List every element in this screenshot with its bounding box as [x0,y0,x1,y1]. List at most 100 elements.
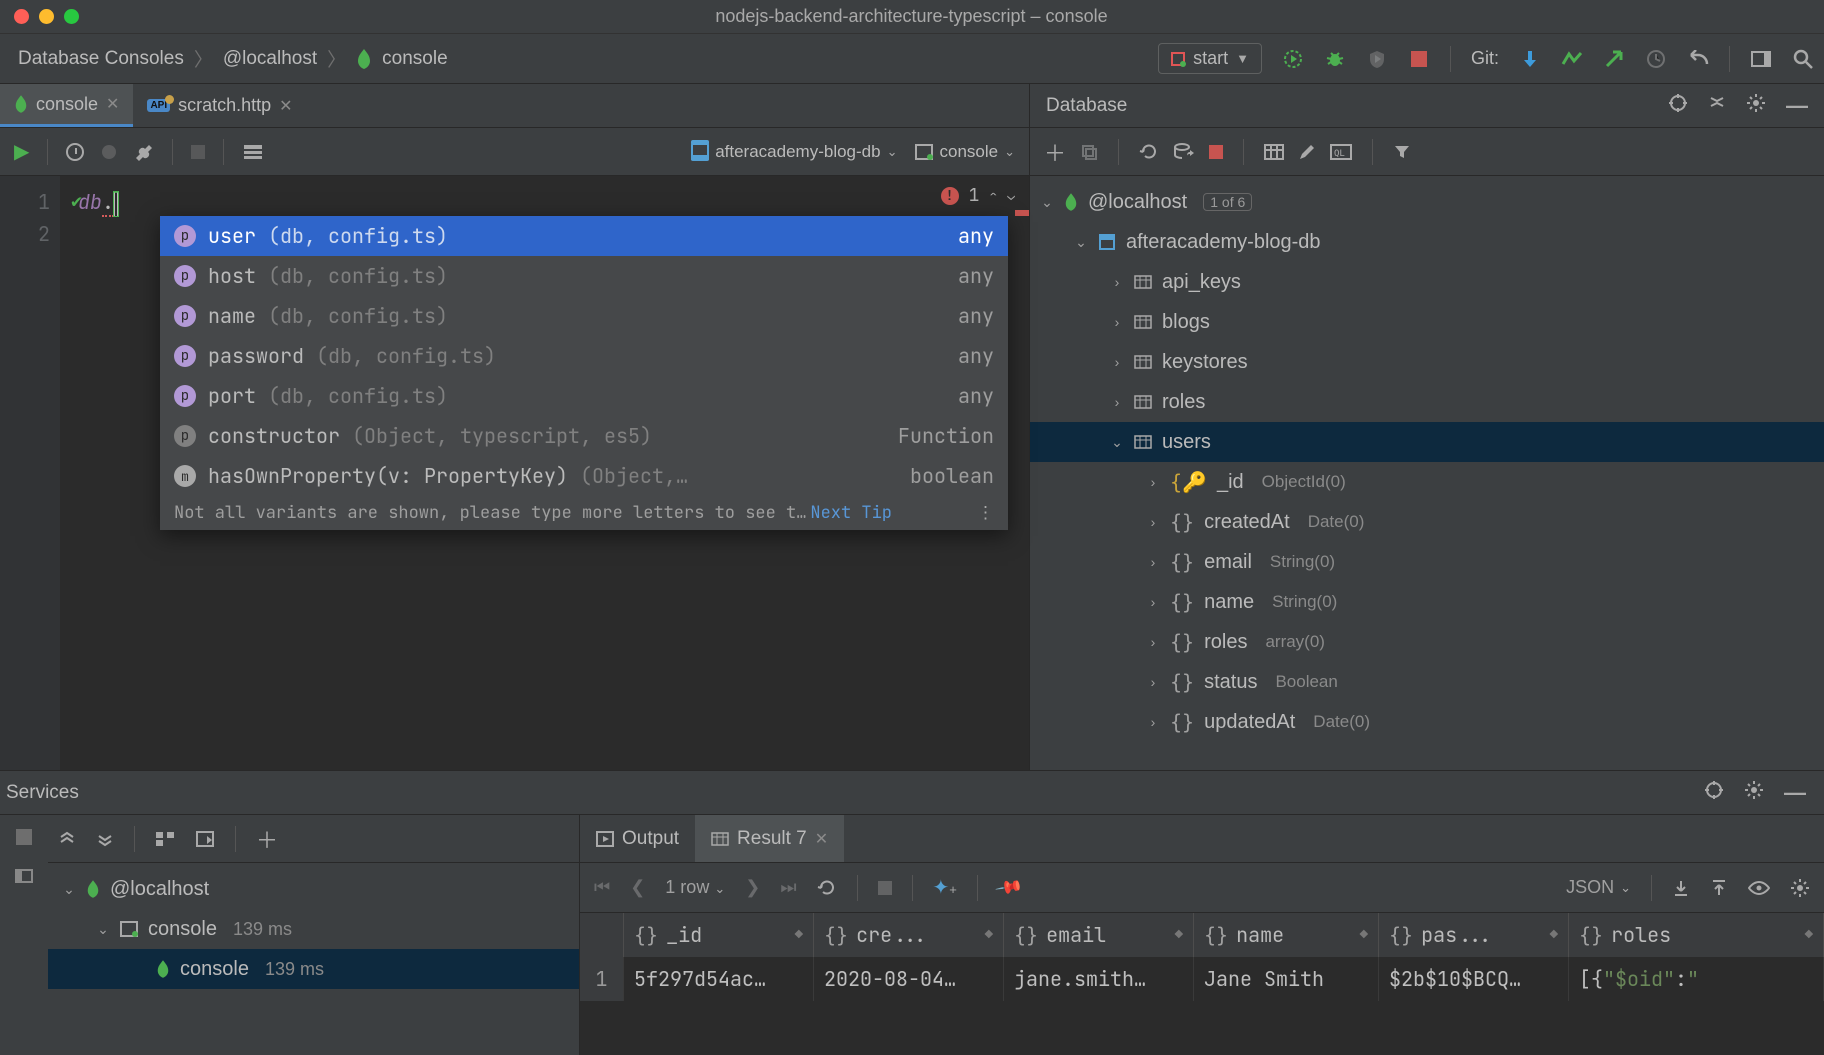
next-tip-link[interactable]: Next Tip [810,502,892,524]
close-tab-icon[interactable]: ✕ [815,829,828,849]
tree-column[interactable]: ›{} name String(0) [1030,582,1824,622]
tree-column[interactable]: ›{} roles array(0) [1030,622,1824,662]
tree-column[interactable]: ›{} updatedAt Date(0) [1030,702,1824,742]
stop-query-button[interactable] [191,145,205,159]
expand-all-button[interactable] [58,830,76,848]
editor-tab-console[interactable]: console ✕ [0,84,133,127]
autocomplete-item[interactable]: m hasOwnProperty(v: PropertyKey) (Object… [160,456,1008,496]
execute-button[interactable]: ▶ [14,139,29,164]
duplicate-button[interactable] [1080,143,1098,161]
autocomplete-item[interactable]: p constructor (Object, typescript, es5) … [160,416,1008,456]
cell[interactable]: jane.smith… [1004,957,1194,1001]
gear-icon[interactable] [1744,780,1764,806]
edit-button[interactable] [1298,143,1316,161]
tree-datasource[interactable]: ⌄ @localhost 1 of 6 [1030,182,1824,222]
tree-column[interactable]: ›{} email String(0) [1030,542,1824,582]
code-area[interactable]: db. ! 1 ⌃ ⌄ p user (db, config.ts) any [60,176,1029,770]
close-window-button[interactable] [14,9,29,24]
cell[interactable]: 5f297d54ac… [624,957,814,1001]
tab-result[interactable]: Result 7 ✕ [695,815,844,862]
target-icon[interactable] [1704,780,1724,806]
cell[interactable]: [{[{"$oid": ""$oid": " [1569,957,1824,1001]
add-service-button[interactable]: ＋ [256,823,278,855]
autocomplete-item[interactable]: p user (db, config.ts) any [160,216,1008,256]
tree-table[interactable]: › keystores [1030,342,1824,382]
grid-row[interactable]: 1 5f297d54ac… 2020-08-04… jane.smith… Ja… [580,957,1824,1001]
filter-button[interactable] [1393,143,1411,161]
page-rows-selector[interactable]: 1 row ⌄ [665,877,725,898]
transaction-button[interactable] [102,145,116,159]
refresh-button[interactable] [1139,142,1159,162]
close-tab-icon[interactable]: ✕ [279,96,292,116]
git-push-button[interactable] [1603,48,1625,70]
run-with-coverage-button[interactable] [1366,48,1388,70]
sync-button[interactable] [1173,142,1195,162]
last-page-button[interactable]: ⏭ [780,877,796,898]
autocomplete-item[interactable]: p host (db, config.ts) any [160,256,1008,296]
ide-settings-button[interactable] [1750,48,1772,70]
session-selector[interactable]: console ⌄ [915,142,1015,162]
prev-page-button[interactable]: ❮ [630,877,645,898]
view-button[interactable] [1748,881,1770,895]
stop-button[interactable] [1408,48,1430,70]
history-button[interactable] [66,143,84,161]
git-update-button[interactable] [1519,48,1541,70]
tree-table[interactable]: › api_keys [1030,262,1824,302]
tree-datasource[interactable]: ⌄ @localhost [48,869,579,909]
column-header[interactable]: {}cre...◆ [814,913,1004,957]
next-page-button[interactable]: ❯ [745,877,760,898]
more-options-icon[interactable]: ⋮ [977,502,994,524]
error-stripe[interactable] [1015,210,1029,216]
export-button[interactable] [1672,879,1690,897]
column-header[interactable]: {}email◆ [1004,913,1194,957]
run-configuration-selector[interactable]: start ▼ [1158,43,1262,74]
minimize-icon[interactable]: — [1786,93,1808,119]
cell[interactable]: $2b$10$BCQ… [1379,957,1569,1001]
disconnect-button[interactable] [1209,145,1223,159]
close-tab-icon[interactable]: ✕ [106,94,119,114]
gear-icon[interactable] [1790,878,1810,898]
run-button[interactable] [1282,48,1304,70]
git-rollback-button[interactable] [1687,48,1709,70]
ddl-button[interactable]: QL [1330,144,1352,160]
breadcrumb-item[interactable]: Database Consoles [18,48,184,70]
search-everywhere-button[interactable] [1792,48,1814,70]
editor-tab-scratch[interactable]: API scratch.http ✕ [133,84,306,127]
tree-column[interactable]: ›{} status Boolean [1030,662,1824,702]
explain-plan-button[interactable] [242,143,264,161]
cell[interactable]: Jane Smith [1194,957,1379,1001]
cell[interactable]: 2020-08-04… [814,957,1004,1001]
stop-service-button[interactable] [16,829,32,845]
tree-column[interactable]: ›{} createdAt Date(0) [1030,502,1824,542]
column-header[interactable]: {}name◆ [1194,913,1379,957]
git-history-button[interactable] [1645,48,1667,70]
import-button[interactable] [1710,879,1728,897]
column-header[interactable]: {}_id◆ [624,913,814,957]
tree-table[interactable]: › roles [1030,382,1824,422]
collapse-all-button[interactable] [96,830,114,848]
tree-console-group[interactable]: ⌄ console 139 ms [48,909,579,949]
minimize-icon[interactable]: — [1784,780,1806,806]
settings-button[interactable] [134,142,154,162]
datasource-selector[interactable]: afteracademy-blog-db ⌄ [691,142,897,162]
table-view-button[interactable] [1264,144,1284,160]
layout-toggle-button[interactable] [15,869,33,883]
autocomplete-item[interactable]: p name (db, config.ts) any [160,296,1008,336]
tree-schema[interactable]: ⌄ afteracademy-blog-db [1030,222,1824,262]
cancel-query-button[interactable] [878,881,892,895]
add-datasource-button[interactable]: ＋ [1044,136,1066,168]
debug-button[interactable] [1324,48,1346,70]
pin-tab-button[interactable]: 📌 [994,872,1024,902]
reload-button[interactable] [817,878,837,898]
next-error-button[interactable]: ⌄ [1007,187,1015,204]
column-header[interactable]: {}roles◆ [1569,913,1824,957]
gear-icon[interactable] [1746,93,1766,119]
tree-table-users[interactable]: ⌄ users [1030,422,1824,462]
collapse-icon[interactable] [1708,93,1726,119]
filter-button[interactable] [195,830,215,848]
target-icon[interactable] [1668,93,1688,119]
maximize-window-button[interactable] [64,9,79,24]
editor-body[interactable]: 1 2 ✔ db. ! 1 ⌃ ⌄ p user (db, [0,176,1029,770]
minimize-window-button[interactable] [39,9,54,24]
first-page-button[interactable]: ⏮ [594,877,610,898]
